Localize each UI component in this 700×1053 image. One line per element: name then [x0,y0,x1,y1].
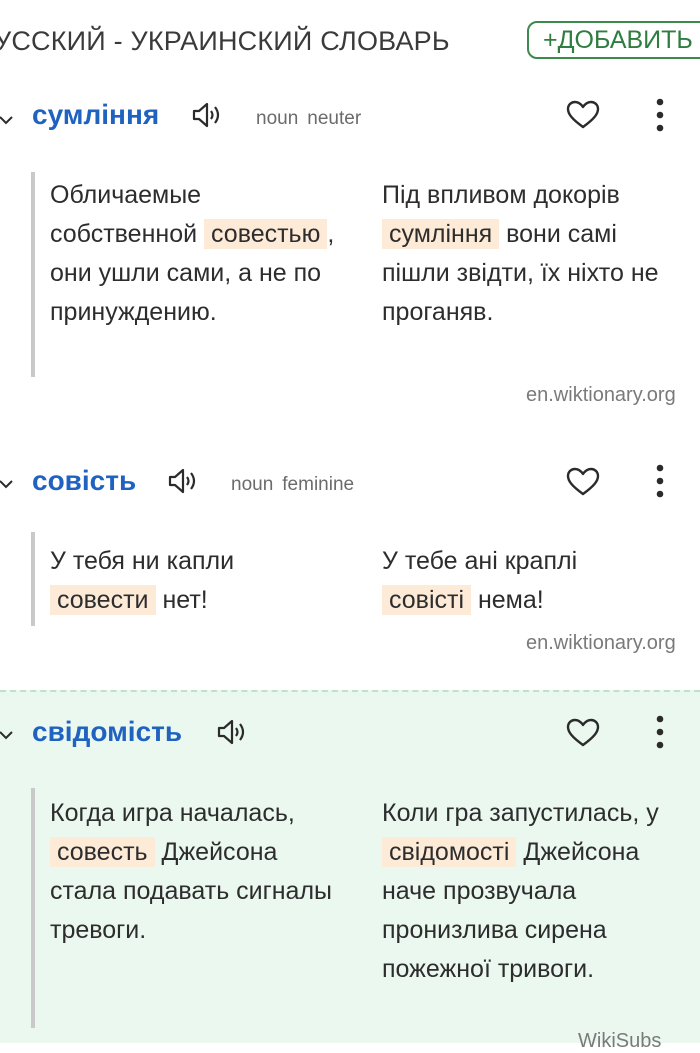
translation-entry-2: совість noun feminine У тебя ни капли сове… [0,432,700,690]
chevron-down-icon[interactable] [0,476,14,492]
dictionary-title: УССКИЙ - УКРАИНСКИЙ СЛОВАРЬ [0,26,450,56]
part-of-speech: noun [231,474,274,495]
source-link[interactable]: en.wiktionary.org [526,632,676,655]
gender: neuter [307,108,362,129]
more-vertical-icon[interactable] [653,464,667,498]
chevron-down-icon[interactable] [0,727,14,743]
target-sentence: У тебе ані краплі совісті нема! [382,547,578,615]
speaker-icon[interactable] [190,100,224,130]
entry-word[interactable]: сумління [32,99,159,131]
example-block [31,788,35,1028]
add-button[interactable]: +ДОБАВИТЬ [527,21,700,59]
grammar-info: noun feminine [231,474,363,496]
entry-word[interactable]: свідомість [32,716,182,748]
heart-icon[interactable] [566,467,600,497]
example-block [31,532,35,626]
grammar-info: noun neuter [256,108,370,130]
highlighted-term: сумління [382,219,500,249]
source-sentence: Когда игра началась, совесть Джейсона ста… [50,799,333,944]
source-sentence: Обличаемые собственной совестью, они ушл… [50,181,335,326]
target-sentence: Коли гра запустилась, у свідомості Джейс… [382,799,659,983]
translation-entry-3: свідомість Когда игра началась, совесть Д… [0,690,700,1052]
highlighted-term: совісті [382,585,472,615]
example-block [31,172,35,377]
translation-entry-1: сумління noun neuter Обличаемые собственн… [0,82,700,432]
highlighted-term: совести [50,585,156,615]
speaker-icon[interactable] [215,717,249,747]
app-header: УССКИЙ - УКРАИНСКИЙ СЛОВАРЬ +ДОБАВИТЬ [0,0,700,82]
target-sentence: Під впливом докорів сумління вони самі п… [382,181,659,326]
source-link[interactable]: en.wiktionary.org [526,384,676,407]
heart-icon[interactable] [566,100,600,130]
chevron-down-icon[interactable] [0,112,14,128]
gender: feminine [282,474,355,495]
entry-word[interactable]: совість [32,465,136,497]
heart-icon[interactable] [566,718,600,748]
highlighted-term: свідомості [382,837,517,867]
highlighted-term: совестью [204,219,328,249]
more-vertical-icon[interactable] [653,98,667,132]
source-sentence: У тебя ни капли совести нет! [50,547,235,615]
part-of-speech: noun [256,108,299,129]
highlighted-term: совесть [50,837,155,867]
source-link[interactable]: WikiSubs [578,1030,661,1053]
more-vertical-icon[interactable] [653,715,667,749]
speaker-icon[interactable] [166,466,200,496]
